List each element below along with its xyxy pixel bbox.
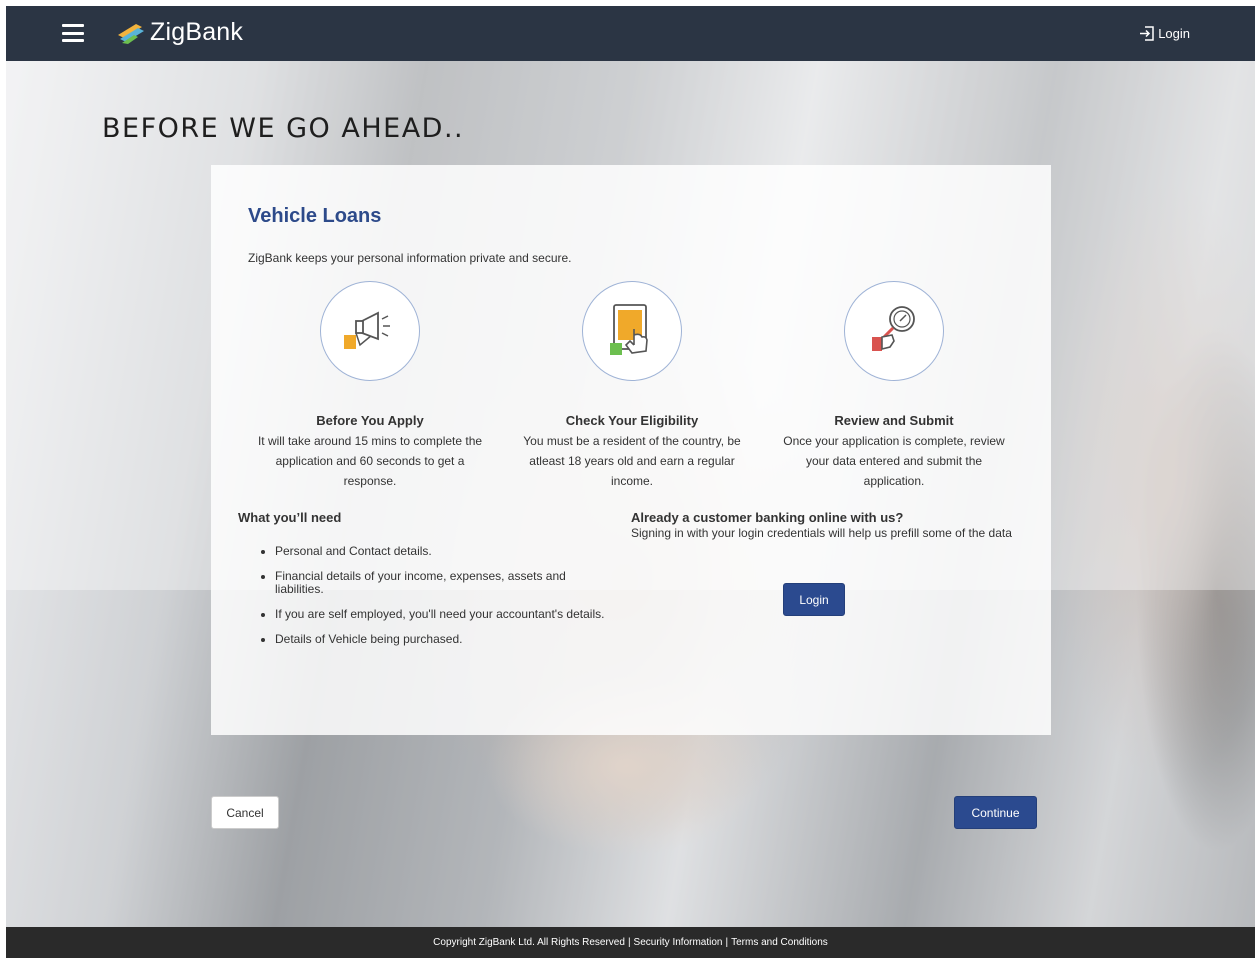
login-arrow-icon [1140,26,1154,41]
step-description: Once your application is complete, revie… [783,434,1005,488]
header-login-link[interactable]: Login [1138,25,1190,42]
list-item: Personal and Contact details. [261,545,641,558]
step-description: It will take around 15 mins to complete … [257,434,483,488]
step-description: You must be a resident of the country, b… [523,434,741,488]
card-subtitle: ZigBank keeps your personal information … [248,251,572,265]
list-item: Financial details of your income, expens… [261,570,591,596]
magnifier-review-icon [872,306,915,351]
list-item: Details of Vehicle being purchased. [261,633,641,646]
step-title: Before You Apply [316,413,424,428]
vehicle-loans-card: Vehicle Loans ZigBank keeps your persona… [211,165,1051,735]
step-title: Check Your Eligibility [565,413,699,428]
login-button[interactable]: Login [783,583,845,616]
terms-and-conditions-link[interactable]: Terms and Conditions [731,937,828,948]
page-title: BEFORE WE GO AHEAD.. [102,113,465,144]
continue-button[interactable]: Continue [954,796,1037,829]
top-navigation-bar: ZigBank Login [6,6,1255,61]
step-before-you-apply: Before You Apply It will take around 15 … [245,281,495,491]
footer: Copyright ZigBank Ltd. All Rights Reserv… [6,927,1255,958]
cancel-button[interactable]: Cancel [211,796,279,829]
requirements-title: What you’ll need [238,510,342,525]
header-login-label: Login [1158,26,1190,41]
existing-customer-title: Already a customer banking online with u… [631,510,904,525]
step-check-eligibility: Check Your Eligibility You must be a res… [507,281,757,491]
card-title: Vehicle Loans [248,205,382,227]
hamburger-icon[interactable] [62,24,84,42]
list-item: If you are self employed, you'll need yo… [261,608,641,621]
brand-logo[interactable]: ZigBank [116,18,243,47]
copyright-text: Copyright ZigBank Ltd. All Rights Reserv… [433,937,625,948]
tablet-tap-icon [610,304,648,355]
existing-customer-description: Signing in with your login credentials w… [631,526,1012,540]
hero-background: BEFORE WE GO AHEAD.. Vehicle Loans ZigBa… [6,61,1255,927]
security-information-link[interactable]: Security Information [634,937,723,948]
step-review-submit: Review and Submit Once your application … [769,281,1019,491]
megaphone-icon [344,311,390,349]
zigbank-logo-icon [118,23,144,44]
brand-name: ZigBank [150,18,244,46]
app-frame: ZigBank Login BEFORE WE GO AHEAD.. Vehic… [6,6,1255,958]
requirements-list: Personal and Contact details. Financial … [261,545,641,658]
step-title: Review and Submit [834,413,954,428]
